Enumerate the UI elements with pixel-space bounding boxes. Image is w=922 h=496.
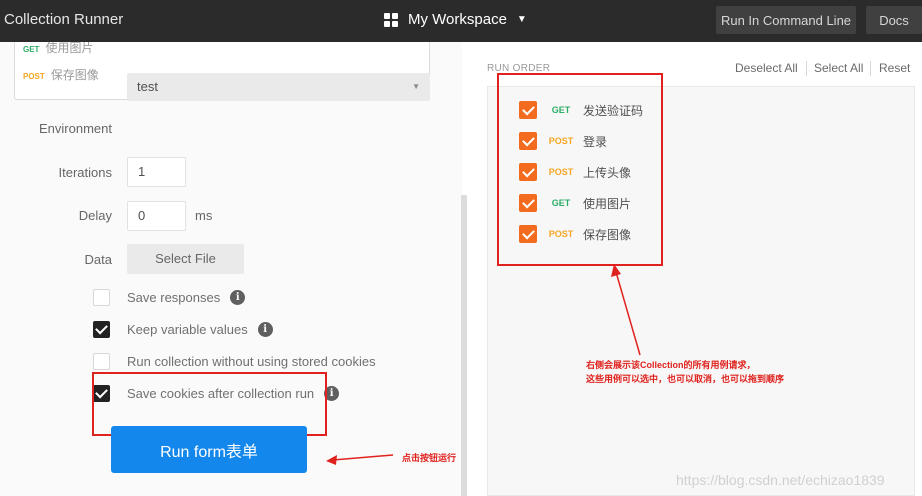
method-badge: POST xyxy=(548,229,574,239)
option-keep-variable-values[interactable]: Keep variable values i xyxy=(93,319,273,339)
list-item[interactable]: POST 保存图像 xyxy=(23,66,99,83)
scrollbar[interactable] xyxy=(461,195,467,496)
option-run-without-cookies[interactable]: Run collection without using stored cook… xyxy=(93,351,376,371)
method-badge: POST xyxy=(548,136,574,146)
option-label: Run collection without using stored cook… xyxy=(127,353,376,369)
annotation-line: 这些用例可以选中，也可以取消，也可以拖到顺序 xyxy=(586,374,785,384)
request-name: 使用图片 xyxy=(45,42,94,55)
divider xyxy=(870,61,871,76)
environment-label: Environment xyxy=(39,121,112,136)
method-badge: GET xyxy=(551,198,571,208)
run-order-item[interactable]: POST 登录 xyxy=(519,132,607,150)
checkbox[interactable] xyxy=(93,288,110,306)
option-save-responses[interactable]: Save responses i xyxy=(93,287,246,307)
run-order-item[interactable]: POST 保存图像 xyxy=(519,225,631,243)
request-name: 上传头像 xyxy=(583,165,632,180)
request-name: 发送验证码 xyxy=(583,103,644,118)
caret-down-icon: ▼ xyxy=(412,82,420,91)
data-label: Data xyxy=(84,252,112,267)
request-name: 登录 xyxy=(583,134,608,149)
method-badge: POST xyxy=(23,72,45,81)
workspace-switcher[interactable]: My Workspace ▼ xyxy=(384,11,527,28)
run-order-item[interactable]: POST 上传头像 xyxy=(519,163,631,181)
checkbox[interactable] xyxy=(93,320,110,338)
iterations-label: Iterations xyxy=(58,165,112,180)
option-label: Keep variable values xyxy=(127,321,248,337)
delay-label: Delay xyxy=(78,208,112,223)
select-all-link[interactable]: Select All xyxy=(814,61,863,75)
checkbox[interactable] xyxy=(93,352,110,370)
top-bar: Collection Runner My Workspace ▼ Run In … xyxy=(0,0,922,42)
method-badge: POST xyxy=(548,167,574,177)
request-name: 保存图像 xyxy=(50,68,99,82)
info-icon[interactable]: i xyxy=(257,321,273,337)
run-order-annotation: 右侧会展示该Collection的所有用例请求， 这些用例可以选中，也可以取消，… xyxy=(586,358,784,386)
select-file-button[interactable]: Select File xyxy=(127,244,244,274)
deselect-all-link[interactable]: Deselect All xyxy=(735,61,798,75)
checkbox[interactable] xyxy=(519,101,537,119)
checkbox[interactable] xyxy=(519,163,537,181)
workspace-name: My Workspace xyxy=(408,11,507,28)
request-name: 使用图片 xyxy=(583,196,632,211)
docs-button[interactable]: Docs xyxy=(866,6,922,34)
info-icon[interactable]: i xyxy=(230,289,246,305)
app-title: Collection Runner xyxy=(4,11,124,28)
method-badge: GET xyxy=(551,105,571,115)
checkbox[interactable] xyxy=(519,132,537,150)
checkbox[interactable] xyxy=(519,194,537,212)
request-name: 保存图像 xyxy=(583,227,632,242)
run-in-command-line-button[interactable]: Run In Command Line xyxy=(716,6,856,34)
run-order-item[interactable]: GET 发送验证码 xyxy=(519,101,643,119)
delay-unit: ms xyxy=(195,208,213,223)
method-badge: GET xyxy=(23,45,40,54)
environment-select[interactable]: test ▼ xyxy=(127,73,430,101)
option-label: Save responses xyxy=(127,289,221,305)
list-item[interactable]: GET 使用图片 xyxy=(23,42,93,56)
iterations-input[interactable]: 1 xyxy=(127,157,186,187)
run-annotation: 点击按钮运行 xyxy=(402,453,457,463)
divider xyxy=(806,61,807,76)
delay-input[interactable]: 0 xyxy=(127,201,186,231)
caret-down-icon: ▼ xyxy=(516,14,527,25)
checkbox[interactable] xyxy=(519,225,537,243)
annotation-line: 右侧会展示该Collection的所有用例请求， xyxy=(586,360,756,370)
environment-value: test xyxy=(137,79,158,94)
watermark: https://blog.csdn.net/echizao1839 xyxy=(676,472,885,488)
workspace-grid-icon xyxy=(384,12,398,27)
run-order-item[interactable]: GET 使用图片 xyxy=(519,194,631,212)
run-collection-button[interactable]: Run form表单 xyxy=(111,426,307,473)
reset-link[interactable]: Reset xyxy=(879,61,910,75)
